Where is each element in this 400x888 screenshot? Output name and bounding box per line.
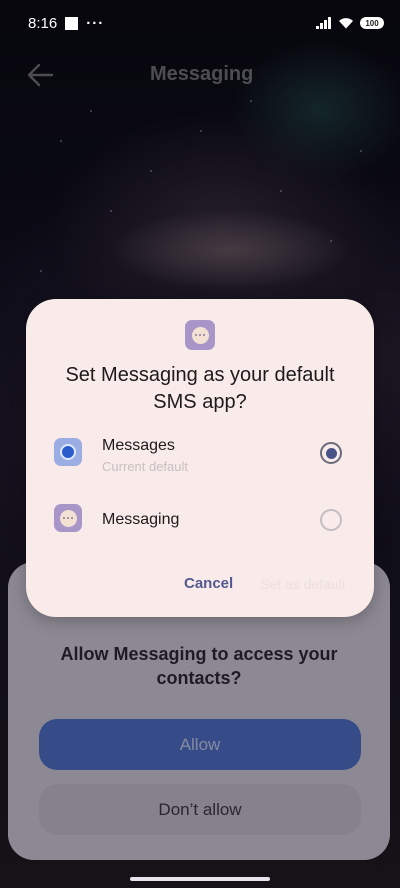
messages-app-icon	[54, 438, 82, 466]
wifi-icon	[339, 18, 353, 29]
notification-icon	[65, 16, 79, 30]
set-as-default-button[interactable]: Set as default	[260, 576, 346, 592]
option-subtitle: Current default	[102, 459, 188, 474]
messaging-app-icon	[54, 504, 82, 532]
option-messaging[interactable]: Messaging	[46, 495, 356, 547]
option-messages[interactable]: Messages Current default	[46, 429, 356, 481]
radio-unselected[interactable]	[320, 509, 342, 531]
status-bar: 8:16 ··· 100	[0, 0, 400, 46]
app-bar: Messaging	[0, 52, 400, 98]
battery-icon: 100	[360, 17, 384, 29]
signal-icon	[316, 17, 331, 29]
option-name: Messages	[102, 437, 175, 454]
messaging-app-icon	[185, 320, 215, 350]
back-arrow-icon[interactable]	[26, 62, 54, 88]
dialog-title: Set Messaging as your default SMS app?	[65, 364, 335, 413]
cancel-button[interactable]: Cancel	[184, 575, 233, 592]
more-notifications-icon: ···	[86, 14, 105, 32]
radio-selected[interactable]	[320, 442, 342, 464]
app-title: Messaging	[150, 63, 254, 85]
status-time: 8:16	[28, 14, 58, 32]
home-indicator[interactable]	[130, 877, 270, 881]
default-sms-dialog: Set Messaging as your default SMS app? M…	[26, 299, 374, 617]
option-name: Messaging	[102, 511, 180, 528]
